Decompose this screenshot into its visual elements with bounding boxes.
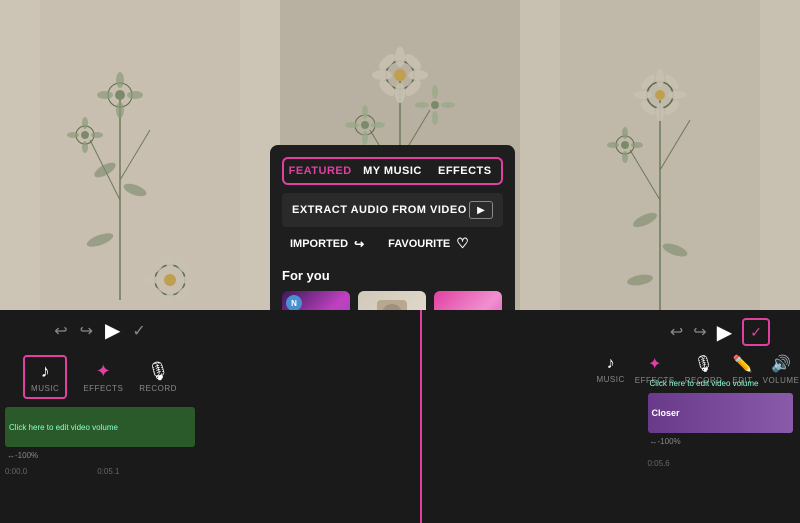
video-preview-area: FEATURED MY MUSIC EFFECTS EXTRACT AUDIO …: [0, 0, 800, 310]
imported-label: IMPORTED: [290, 238, 348, 250]
left-info-text: ↔-100%: [7, 451, 38, 460]
check-button-left[interactable]: ✓: [132, 321, 145, 341]
right-track-label: Closer: [652, 408, 680, 418]
right-timeline-container: Click here to edit video volume Closer ↔…: [648, 393, 793, 473]
left-playback-controls: ↩ ↪ ▶ ✓: [54, 318, 146, 343]
floral-decoration-left: [0, 0, 280, 310]
music-tool-label: MUSIC: [31, 384, 59, 393]
playhead-line: [420, 310, 422, 523]
tabs-container: FEATURED MY MUSIC EFFECTS: [282, 157, 503, 185]
music-card-dazzling[interactable]: N DAZZLING Dazzling Pop: [282, 291, 350, 310]
toolbar-left: ↩ ↪ ▶ ✓ ♪ MUSIC ✦ EFFECTS 🎙 RECORD Click…: [0, 310, 200, 523]
right-timecodes: 0:05.6: [648, 453, 670, 471]
redo-button-left[interactable]: ↪: [80, 321, 93, 341]
music-cards-list: N DAZZLING Dazzling Pop Carl Storm: [282, 291, 503, 310]
effects-right-icon: ✦: [648, 354, 661, 374]
record-right-icon: 🎙: [693, 354, 713, 374]
center-timeline: [200, 310, 640, 523]
right-video-track[interactable]: Closer: [648, 393, 793, 433]
timecode-start: 0:00.0: [5, 467, 27, 476]
undo-button-left[interactable]: ↩: [54, 321, 67, 341]
carl-figure: [377, 300, 407, 310]
music-right-label: MUSIC: [596, 375, 624, 384]
favourite-button[interactable]: FAVOURITE ♡: [380, 231, 477, 256]
favourite-label: FAVOURITE: [388, 238, 450, 250]
tab-mymusic[interactable]: MY MUSIC: [356, 159, 428, 183]
filter-row: IMPORTED ↪ FAVOURITE ♡: [282, 231, 503, 256]
extract-label: EXTRACT AUDIO FROM VIDEO: [292, 204, 467, 216]
effects-tool-label: EFFECTS: [83, 384, 123, 393]
redo-button-right[interactable]: ↪: [693, 322, 706, 342]
right-edit-text: Click here to edit video volume: [650, 379, 759, 388]
tab-effects[interactable]: EFFECTS: [429, 159, 501, 183]
volume-right-button[interactable]: 🔊 VOLUME: [763, 354, 800, 385]
timecode-end: 0:05.1: [97, 467, 119, 476]
volume-right-icon: 🔊: [771, 354, 791, 374]
floral-decoration-right: [520, 0, 800, 310]
play-button-left[interactable]: ▶: [105, 318, 120, 343]
effects-icon: ✦: [96, 361, 111, 382]
tab-featured[interactable]: FEATURED: [284, 159, 356, 183]
right-playback-controls: ↩ ↪ ▶ ✓: [670, 318, 770, 346]
timecode-right: 0:05.6: [648, 459, 670, 468]
music-right-icon: ♪: [607, 355, 615, 373]
new-badge: N: [286, 295, 302, 310]
philip-thumbnail: Philip EMorris: [434, 291, 502, 310]
effects-tool-button[interactable]: ✦ EFFECTS: [83, 361, 123, 393]
left-tool-icons: ♪ MUSIC ✦ EFFECTS 🎙 RECORD: [23, 355, 177, 399]
carl-thumbnail: [358, 291, 426, 310]
video-panel-left: [0, 0, 280, 310]
music-tool-button[interactable]: ♪ MUSIC: [23, 355, 67, 399]
left-timecodes: 0:00.0 0:05.1: [5, 467, 120, 476]
left-edit-text: Click here to edit video volume: [9, 423, 118, 432]
bottom-area: ↩ ↪ ▶ ✓ ♪ MUSIC ✦ EFFECTS 🎙 RECORD Click…: [0, 310, 800, 523]
imported-button[interactable]: IMPORTED ↪: [282, 233, 372, 255]
record-icon: 🎙: [147, 361, 170, 382]
record-tool-label: RECORD: [139, 384, 177, 393]
right-info-text: ↔-100%: [650, 437, 681, 446]
volume-right-label: VOLUME: [763, 376, 800, 385]
for-you-section: For you N DAZZLING Dazzling Pop: [270, 264, 515, 310]
music-icon: ♪: [41, 361, 50, 382]
music-right-button[interactable]: ♪ MUSIC: [596, 355, 624, 384]
left-video-track[interactable]: Click here to edit video volume: [5, 407, 195, 447]
undo-button-right[interactable]: ↩: [670, 322, 683, 342]
music-card-philip[interactable]: Philip EMorris Philip E Morris Retro: [434, 291, 502, 310]
for-you-title: For you: [282, 268, 503, 283]
music-panel: FEATURED MY MUSIC EFFECTS EXTRACT AUDIO …: [270, 145, 515, 310]
left-timeline-container: Click here to edit video volume ↔-100% 0…: [5, 407, 195, 487]
dazzling-thumbnail: N DAZZLING: [282, 291, 350, 310]
extract-audio-row[interactable]: EXTRACT AUDIO FROM VIDEO ▶: [282, 193, 503, 227]
edit-right-icon: ✏️: [733, 354, 753, 374]
toolbar-right: ↩ ↪ ▶ ✓ ♪ MUSIC ✦ EFFECTS 🎙 RECORD ✏️ ED…: [640, 310, 800, 523]
extract-play-icon[interactable]: ▶: [469, 201, 493, 219]
play-button-right[interactable]: ▶: [717, 320, 732, 345]
video-panel-right: [520, 0, 800, 310]
check-active-button[interactable]: ✓: [742, 318, 770, 346]
import-icon: ↪: [354, 237, 364, 251]
heart-icon: ♡: [456, 235, 469, 252]
record-tool-button[interactable]: 🎙 RECORD: [139, 361, 177, 393]
music-card-carl[interactable]: Carl Storm Soft: [358, 291, 426, 310]
